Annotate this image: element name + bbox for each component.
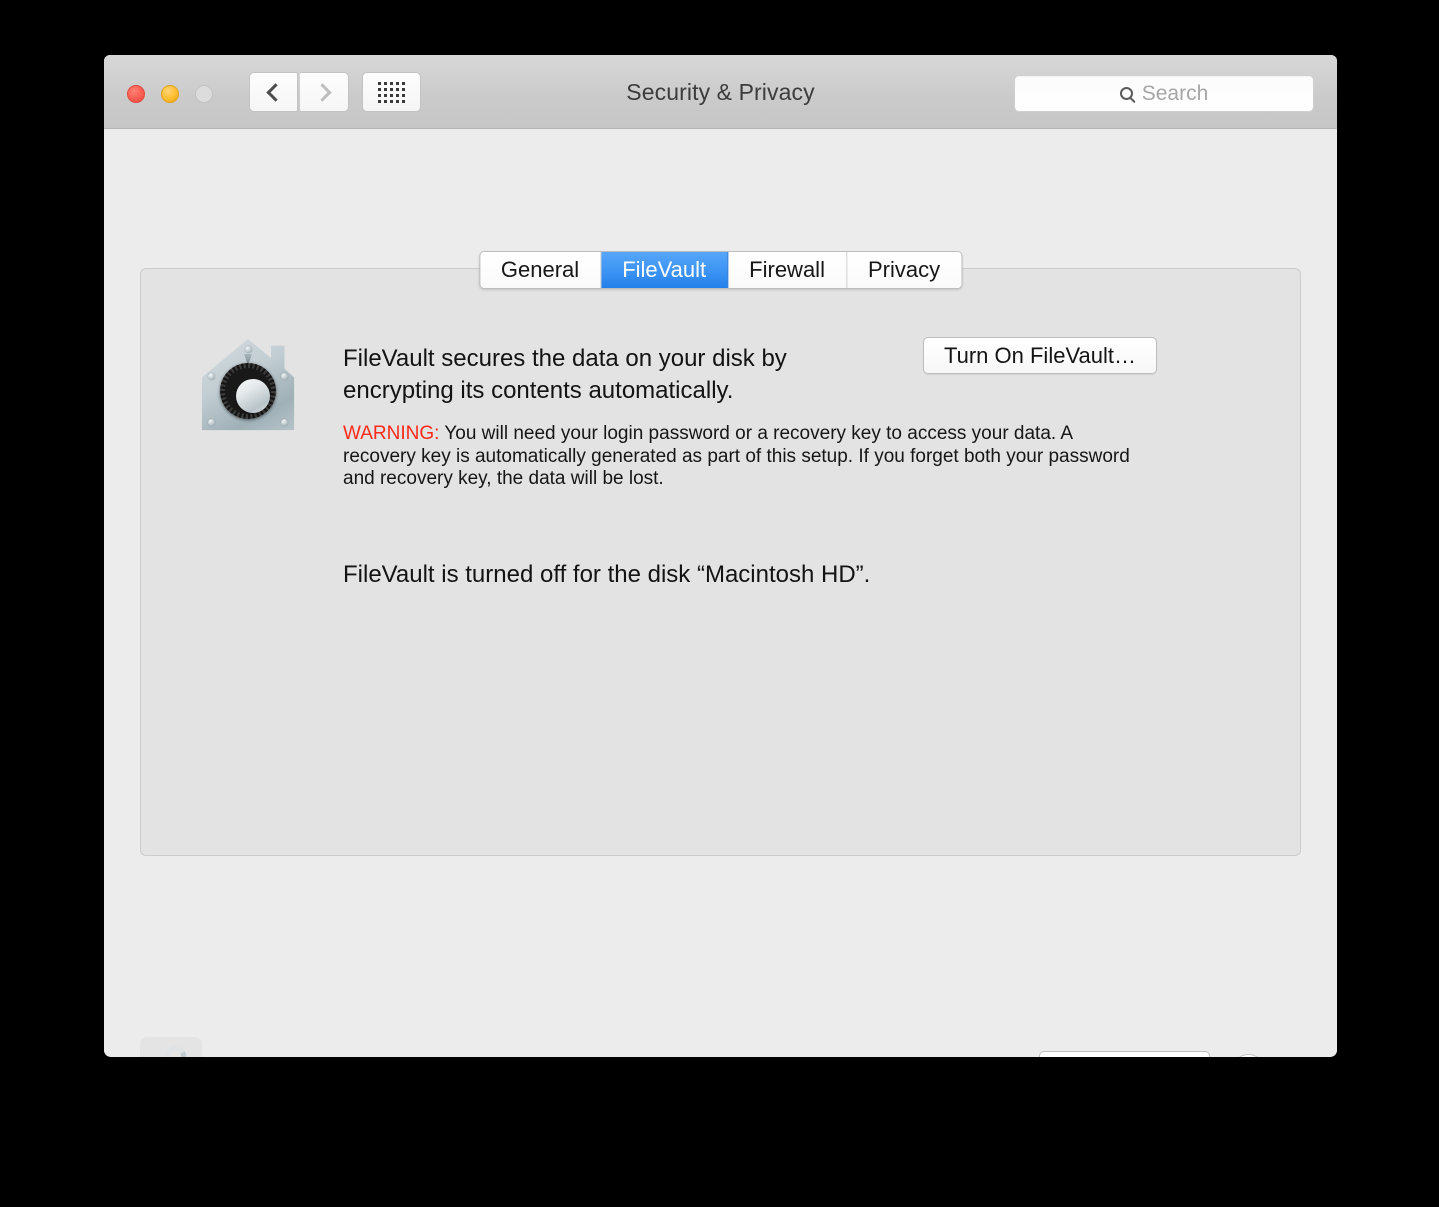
warning-label: WARNING: xyxy=(343,423,440,444)
safe-screw xyxy=(208,373,215,380)
lock-button[interactable] xyxy=(140,1037,202,1057)
filevault-safe-icon xyxy=(200,337,296,433)
safe-screw xyxy=(281,419,288,426)
padlock-shackle xyxy=(162,1043,189,1057)
filevault-headline: FileVault secures the data on your disk … xyxy=(343,345,787,404)
turn-on-filevault-button[interactable]: Turn On FileVault… xyxy=(923,337,1157,374)
preferences-window: Security & Privacy Search General FileVa… xyxy=(104,55,1337,1057)
safe-knob xyxy=(236,379,270,413)
safe-screw xyxy=(281,373,288,380)
filevault-panel: FileVault secures the data on your disk … xyxy=(140,268,1301,856)
warning-body: You will need your login password or a r… xyxy=(343,423,1130,489)
safe-screw xyxy=(245,346,252,353)
safe-dial-inner xyxy=(225,368,271,414)
safe-dial-icon xyxy=(220,363,276,419)
search-placeholder: Search xyxy=(1141,81,1209,105)
tab-filevault[interactable]: FileVault xyxy=(601,252,729,288)
unlocked-padlock-icon xyxy=(153,1043,189,1057)
tab-privacy[interactable]: Privacy xyxy=(846,252,962,288)
filevault-status: FileVault is turned off for the disk “Ma… xyxy=(343,561,871,588)
tab-general[interactable]: General xyxy=(479,252,602,288)
filevault-warning: WARNING: You will need your login passwo… xyxy=(343,423,1143,491)
tab-bar: General FileVault Firewall Privacy xyxy=(478,251,963,289)
window-titlebar: Security & Privacy Search xyxy=(104,55,1337,129)
tab-firewall[interactable]: Firewall xyxy=(728,252,847,288)
help-button[interactable]: ? xyxy=(1232,1054,1265,1057)
safe-screw xyxy=(208,419,215,426)
preferences-body: General FileVault Firewall Privacy FileV… xyxy=(104,129,1337,1057)
search-input[interactable]: Search xyxy=(1014,75,1314,112)
lock-hint-text: Click the lock to prevent further change… xyxy=(217,1054,634,1057)
search-icon xyxy=(1119,87,1133,100)
advanced-button[interactable]: Advanced… xyxy=(1038,1051,1210,1057)
